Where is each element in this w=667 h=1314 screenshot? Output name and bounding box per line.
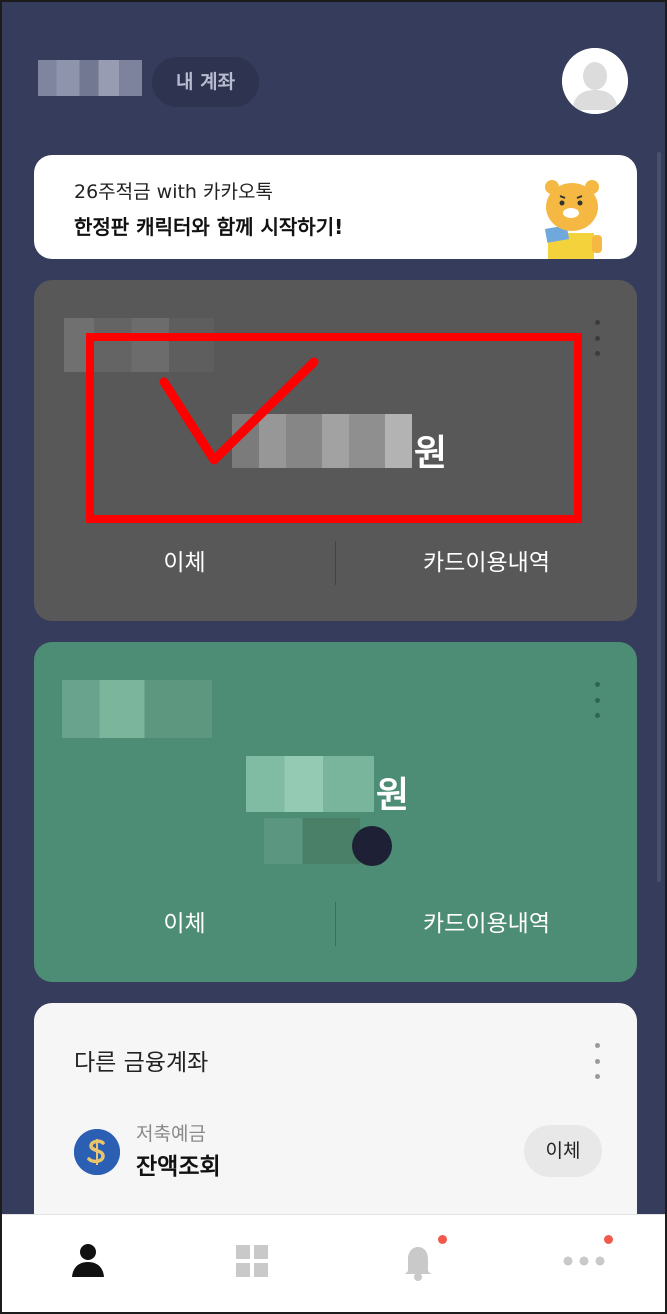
balance-inquiry-label[interactable]: 잔액조회: [136, 1147, 221, 1181]
person-icon: [72, 1244, 104, 1277]
grid-icon: [236, 1245, 268, 1277]
balance-currency-unit: 원: [376, 775, 410, 816]
bank-logo-icon: [74, 1129, 120, 1175]
lion-character-icon: [544, 180, 602, 259]
nav-more[interactable]: [560, 1235, 613, 1285]
promo-banner[interactable]: 26주적금 with 카카오톡 한정판 캐릭터와 함께 시작하기!: [34, 155, 637, 259]
scrollbar[interactable]: [657, 152, 661, 882]
person-silhouette-icon: [562, 48, 628, 114]
more-dots-icon: [563, 1256, 605, 1266]
other-accounts-menu-kebab-icon[interactable]: [593, 1043, 601, 1079]
card-actions: 이체 카드이용내역: [34, 541, 637, 585]
bank-logo-glyph-icon: [74, 1129, 120, 1175]
masked-thumbnail: [352, 826, 392, 866]
card-menu-kebab-icon[interactable]: [593, 320, 601, 356]
masked-account-name: [62, 680, 212, 738]
my-account-button[interactable]: 내 계좌: [152, 57, 260, 107]
bell-icon: [405, 1247, 431, 1281]
card-actions: 이체 카드이용내역: [34, 902, 637, 946]
bottom-navigation: [2, 1214, 665, 1312]
banner-subtitle: 26주적금 with 카카오톡: [74, 181, 273, 203]
banner-title: 한정판 캐릭터와 함께 시작하기!: [74, 215, 344, 239]
other-accounts-card: 다른 금융계좌 저축예금 잔액조회 이체: [34, 1003, 637, 1243]
other-accounts-title: 다른 금융계좌: [74, 1050, 209, 1076]
masked-balance: [246, 756, 374, 812]
annotation-checkmark-icon: [159, 357, 319, 465]
other-transfer-button[interactable]: 이체: [524, 1125, 602, 1177]
profile-avatar[interactable]: [562, 48, 628, 114]
account-card-secondary[interactable]: 원 이체 카드이용내역: [34, 642, 637, 982]
app-screen: 내 계좌 26주적금 with 카카오톡 한정판 캐릭터와 함께 시작하기! 원…: [0, 0, 667, 1314]
nav-products[interactable]: [228, 1237, 276, 1285]
card-menu-kebab-icon[interactable]: [593, 682, 601, 718]
transfer-button[interactable]: 이체: [34, 902, 335, 946]
account-type-label: 저축예금: [136, 1123, 206, 1145]
card-usage-button[interactable]: 카드이용내역: [336, 541, 637, 585]
masked-user-name: [38, 60, 142, 96]
card-usage-button[interactable]: 카드이용내역: [336, 902, 637, 946]
nav-notifications[interactable]: [394, 1235, 447, 1285]
masked-subinfo: [264, 818, 360, 864]
notification-badge: [438, 1235, 447, 1244]
more-badge: [604, 1235, 613, 1244]
nav-my-account[interactable]: [64, 1237, 112, 1285]
transfer-button[interactable]: 이체: [34, 541, 335, 585]
